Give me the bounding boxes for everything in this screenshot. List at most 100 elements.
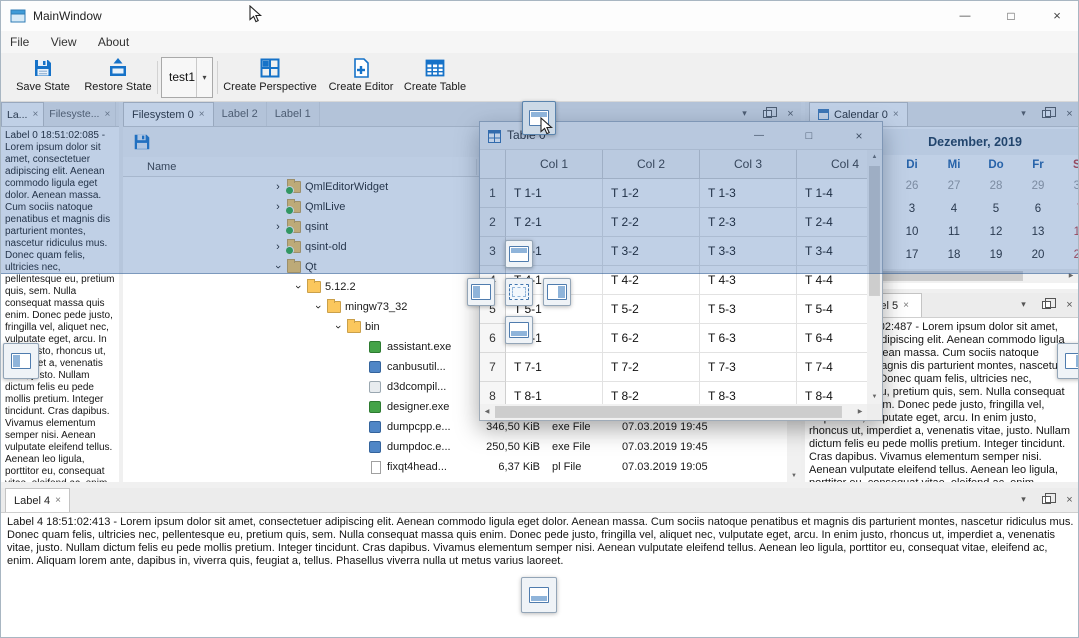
title-bar[interactable]: MainWindow — □ × <box>1 1 1078 31</box>
label4-dock-buttons: ▾ × <box>1015 491 1078 508</box>
scrollbar-thumb[interactable] <box>495 406 842 418</box>
table-cell[interactable]: T 6-3 <box>700 324 797 353</box>
table-cell[interactable]: T 5-2 <box>603 295 700 324</box>
tabs-menu-icon[interactable]: ▾ <box>1015 491 1032 508</box>
save-state-icon <box>32 57 54 79</box>
table-cell[interactable]: T 8-4 <box>797 382 867 404</box>
exe-icon <box>369 421 381 433</box>
toolbar-separator <box>157 61 158 94</box>
file-size: 250,50 KiB <box>476 437 540 457</box>
save-state-button[interactable]: Save State <box>9 56 77 93</box>
tabs-menu-icon[interactable]: ▾ <box>1015 296 1032 313</box>
table-cell[interactable]: T 7-2 <box>603 353 700 382</box>
tree-row[interactable]: fixqt4head...6,37 KiBpl File07.03.2019 1… <box>123 457 787 477</box>
create-perspective-icon <box>259 57 281 79</box>
create-table-label: Create Table <box>403 81 467 93</box>
dock-bottom-glyph <box>529 587 549 603</box>
drop-indicator-edge-bottom[interactable] <box>521 577 557 613</box>
close-dock-icon[interactable]: × <box>1061 491 1078 508</box>
tree-item-name: dumpdoc.e... <box>387 437 451 457</box>
table-row-header[interactable]: 7 <box>480 353 506 382</box>
tab-close-icon[interactable]: × <box>903 300 909 311</box>
expander-icon[interactable]: › <box>328 322 348 332</box>
drop-indicator-edge-right[interactable] <box>1057 343 1079 379</box>
create-table-icon <box>424 57 446 79</box>
close-dock-icon[interactable]: × <box>1061 296 1078 313</box>
scroll-left-icon[interactable]: ◀ <box>480 404 494 420</box>
restore-state-icon <box>107 57 129 79</box>
tree-item-name: canbusutil... <box>387 357 446 377</box>
maximize-button[interactable]: □ <box>988 1 1034 31</box>
drop-indicator-bottom[interactable] <box>505 316 533 344</box>
scroll-right-icon[interactable]: ▶ <box>853 404 867 420</box>
tree-item-name: fixqt4head... <box>387 457 447 477</box>
detach-icon[interactable] <box>1038 491 1055 508</box>
table-cell[interactable]: T 5-3 <box>700 295 797 324</box>
table-row-header[interactable]: 8 <box>480 382 506 404</box>
table-row-header[interactable]: 6 <box>480 324 506 353</box>
create-editor-button[interactable]: Create Editor <box>323 56 399 93</box>
drag-cursor <box>538 117 556 135</box>
file-icon <box>371 461 381 474</box>
tree-row[interactable]: dumpdoc.e...250,50 KiBexe File07.03.2019… <box>123 437 787 457</box>
drop-indicator-right[interactable] <box>543 278 571 306</box>
menu-about[interactable]: About <box>89 31 138 53</box>
perspective-combo-value: test1 <box>169 58 195 97</box>
table-cell[interactable]: T 8-2 <box>603 382 700 404</box>
file-date: 07.03.2019 19:05 <box>622 457 708 477</box>
minimize-button[interactable]: — <box>942 1 988 31</box>
table-cell[interactable]: T 7-4 <box>797 353 867 382</box>
expander-icon[interactable]: › <box>288 282 308 292</box>
create-perspective-button[interactable]: Create Perspective <box>221 56 319 93</box>
drop-indicator-center[interactable] <box>505 278 533 306</box>
file-date: 07.03.2019 19:45 <box>622 437 708 457</box>
expander-icon[interactable]: › <box>308 302 328 312</box>
table-cell[interactable]: T 5-4 <box>797 295 867 324</box>
tab-label4[interactable]: Label 4× <box>5 488 70 512</box>
window-title: MainWindow <box>33 1 102 31</box>
tree-item-name: bin <box>365 317 380 337</box>
restore-state-button[interactable]: Restore State <box>81 56 155 93</box>
table-cell[interactable]: T 7-3 <box>700 353 797 382</box>
main-window: MainWindow — □ × File View About Save St… <box>0 0 1079 638</box>
detach-icon[interactable] <box>1038 296 1055 313</box>
table-cell[interactable]: T 8-1 <box>506 382 603 404</box>
folder-icon <box>347 321 361 333</box>
close-button[interactable]: × <box>1034 1 1079 31</box>
folder-icon <box>307 281 321 293</box>
menu-bar: File View About <box>1 31 1078 53</box>
table-cell[interactable]: T 6-2 <box>603 324 700 353</box>
main-toolbar: Save State Restore State test1 ▾ Create … <box>1 53 1078 102</box>
app-icon <box>10 8 26 24</box>
exe-icon <box>369 341 381 353</box>
dock-right-glyph <box>1065 353 1079 369</box>
exe-icon <box>369 401 381 413</box>
scrollbar-corner <box>867 404 882 420</box>
create-table-button[interactable]: Create Table <box>403 56 467 93</box>
drop-indicator-top[interactable] <box>505 240 533 268</box>
table-cell[interactable]: T 6-4 <box>797 324 867 353</box>
perspective-combo[interactable]: test1 ▾ <box>161 57 213 98</box>
tab-close-icon[interactable]: × <box>55 495 61 506</box>
drop-indicator-left[interactable] <box>467 278 495 306</box>
dock-top-glyph <box>509 246 529 262</box>
table-horizontal-scrollbar[interactable]: ◀ ▶ <box>480 404 867 420</box>
table-cell[interactable]: T 7-1 <box>506 353 603 382</box>
menu-file[interactable]: File <box>1 31 38 53</box>
mouse-cursor <box>247 5 265 23</box>
file-type: pl File <box>552 457 581 477</box>
scroll-down-icon[interactable]: ▼ <box>867 390 882 404</box>
scroll-down-icon[interactable]: ▼ <box>787 469 801 482</box>
dock-right-glyph <box>547 284 567 300</box>
tree-item-name: dumpcpp.e... <box>387 417 451 437</box>
table-cell[interactable]: T 8-3 <box>700 382 797 404</box>
label4-dock-area: Label 4× ▾ × Label 4 18:51:02:413 - Lore… <box>1 488 1079 638</box>
tree-item-name: d3dcompil... <box>387 377 446 397</box>
dock-center-glyph <box>509 284 529 300</box>
dock-left-glyph <box>11 353 31 369</box>
label5-dock-buttons: ▾ × <box>1015 296 1078 313</box>
drop-indicator-edge-left[interactable] <box>3 343 39 379</box>
menu-view[interactable]: View <box>42 31 86 53</box>
label4-dock-tabbar: Label 4× <box>1 488 1079 512</box>
tree-item-name: 5.12.2 <box>325 277 356 297</box>
